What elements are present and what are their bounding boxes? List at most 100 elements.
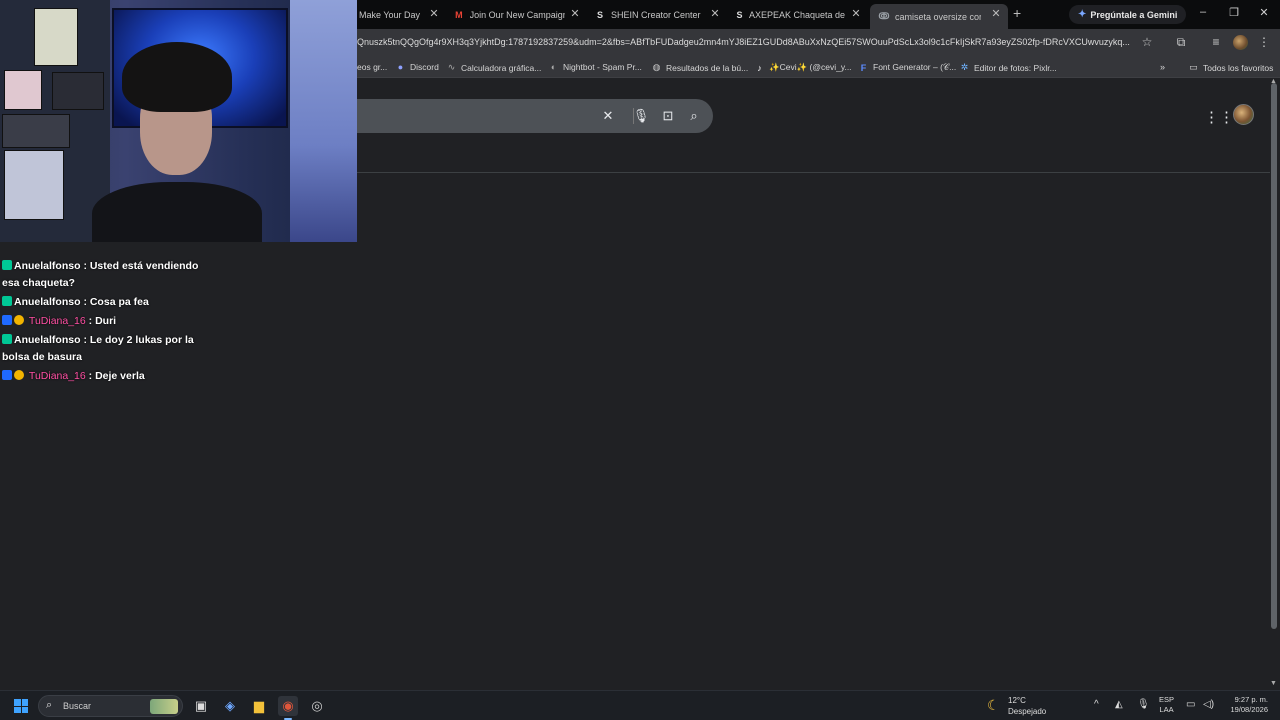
chat-message: Anuelalfonso : Le doy 2 lukas por la bol… <box>2 332 207 366</box>
language-indicator[interactable]: ESP LAA <box>1159 695 1174 715</box>
weather-condition: Despejado <box>1008 707 1047 716</box>
close-icon[interactable]: ✕ <box>568 7 582 21</box>
close-icon[interactable]: ✕ <box>989 7 1003 21</box>
tiktok-icon: ♪ <box>757 62 762 73</box>
search-icon[interactable]: ⌕ <box>685 108 703 124</box>
chat-username: Anuelalfonso <box>14 260 81 272</box>
app-icon[interactable]: ◈ <box>220 696 240 716</box>
lens-icon[interactable]: ⊡ <box>659 108 677 124</box>
restore-icon[interactable]: ❐ <box>1224 6 1244 19</box>
profile-avatar-icon[interactable] <box>1233 35 1248 50</box>
microphone-icon[interactable]: 🎙︎ <box>1137 699 1150 710</box>
task-view-icon[interactable]: ▣ <box>191 696 211 716</box>
gemini-label: Pregúntale a Gemini <box>1090 9 1178 20</box>
volume-icon[interactable]: ◁) <box>1203 699 1214 710</box>
tab-shein-creator[interactable]: S SHEIN Creator Center <box>594 4 704 25</box>
webcam-poster <box>2 114 70 148</box>
tab-join-campaign[interactable]: M Join Our New Campaign <box>453 4 565 25</box>
lang-line1: ESP <box>1159 695 1175 704</box>
menu-kebab-icon[interactable]: ⋮ <box>1256 35 1272 49</box>
font-icon: F <box>860 62 867 73</box>
bookmark-discord[interactable]: ● Discord <box>395 62 439 72</box>
clock-date: 19/08/2026 <box>1230 705 1268 714</box>
bookmark-star-icon[interactable]: ☆ <box>1139 35 1155 49</box>
close-icon[interactable]: ✕ <box>708 7 722 21</box>
bookmark-label: Calculadora gráfica... <box>461 62 542 73</box>
search-box[interactable]: ✕ 🎙︎ ⊡ ⌕ <box>357 99 713 133</box>
media-controls-icon[interactable]: ≡ <box>1208 35 1224 49</box>
chrome-icon[interactable]: ◉ <box>278 696 298 716</box>
chat-text: : Cosa pa fea <box>83 296 149 308</box>
vip-badge-icon <box>2 370 12 380</box>
moderator-badge-icon <box>2 334 12 344</box>
close-icon[interactable]: ✕ <box>849 7 863 21</box>
shein-icon: S <box>736 9 743 20</box>
google-icon: ↂ <box>878 11 890 21</box>
webcam-curtain <box>290 0 357 242</box>
all-bookmarks[interactable]: ▭ Todos los favoritos <box>1188 62 1273 73</box>
chat-message: TuDiana_16 : Deje verla <box>2 368 207 385</box>
bookmark-tiktok[interactable]: ♪ ✨Cevi✨ (@cevi_y... <box>754 62 852 73</box>
tab-title: SHEIN Creator Center <box>611 9 701 20</box>
moon-icon: ☾ <box>987 697 1000 713</box>
stream-chat: Anuelalfonso : Usted está vendiendo esa … <box>2 258 207 387</box>
bookmark-nightbot[interactable]: ◐ Nightbot - Spam Pr... <box>548 62 642 72</box>
webcam-poster <box>34 8 78 66</box>
clear-icon[interactable]: ✕ <box>599 108 617 124</box>
bookmark-item[interactable]: eos gr... <box>357 62 387 72</box>
webcam-streamer <box>92 42 262 242</box>
new-tab-button[interactable]: + <box>1013 5 1021 21</box>
obs-icon[interactable]: ◎ <box>307 696 327 716</box>
scrollbar-thumb[interactable] <box>1271 83 1277 629</box>
gemini-spark-icon: ✦ <box>1078 9 1087 20</box>
address-bar[interactable]: Qnuszk5tnQQgOfg4r9XH3q3YjkhtDg:178719283… <box>357 37 1135 47</box>
clock-time: 9:27 p. m. <box>1234 695 1268 704</box>
chevron-up-icon[interactable]: ^ <box>1094 699 1099 710</box>
bookmark-desmos[interactable]: ∿ Calculadora gráfica... <box>446 62 542 73</box>
minimize-icon[interactable]: – <box>1193 6 1213 18</box>
display-icon[interactable]: ▭ <box>1186 699 1195 710</box>
search-icon: ⌕ <box>46 699 53 711</box>
folder-icon: ▭ <box>1189 62 1198 72</box>
extensions-icon[interactable]: ⧉ <box>1173 35 1189 50</box>
tab-axepeak[interactable]: S AXEPEAK Chaqueta de hombre <box>735 4 845 25</box>
file-explorer-icon[interactable]: ▆ <box>249 696 269 716</box>
bookmark-resultados[interactable]: ◍ Resultados de la bú... <box>651 62 749 73</box>
tab-camiseta-search[interactable]: ↂ camiseta oversize corta - Buscar con G… <box>870 4 1008 29</box>
subscriber-badge-icon <box>14 315 24 325</box>
lang-line2: LAA <box>1159 705 1174 714</box>
tab-make-your-day[interactable]: Make Your Day <box>359 4 429 25</box>
account-avatar[interactable] <box>1233 104 1254 125</box>
taskbar-search[interactable]: ⌕ Buscar <box>38 695 183 717</box>
bookmark-pixlr[interactable]: ✲ Editor de fotos: Pixlr... <box>959 62 1057 73</box>
bookmark-label: eos gr... <box>357 62 388 72</box>
chat-message: TuDiana_16 : Duri <box>2 313 207 330</box>
bookmark-font-generator[interactable]: F Font Generator – (𝒞... <box>858 62 956 73</box>
discord-icon: ● <box>397 62 404 72</box>
chevron-double-right-icon: » <box>1159 62 1165 72</box>
chat-username: Anuelalfonso <box>14 334 81 346</box>
tab-title: camiseta oversize corta - Buscar con Goo… <box>895 11 981 22</box>
scroll-down-icon[interactable]: ▼ <box>1270 680 1277 687</box>
chat-username: Anuelalfonso <box>14 296 81 308</box>
chat-message: Anuelalfonso : Usted está vendiendo esa … <box>2 258 207 292</box>
bookmark-label: ✨Cevi✨ (@cevi_y... <box>769 62 852 72</box>
gemini-button[interactable]: ✦ Pregúntale a Gemini <box>1069 5 1187 24</box>
vip-badge-icon <box>2 315 12 325</box>
header-divider <box>357 172 1270 173</box>
microphone-icon[interactable]: 🎙︎ <box>632 108 650 124</box>
tab-title: Make Your Day <box>359 9 421 20</box>
bookmark-label: Resultados de la bú... <box>666 62 749 73</box>
windows-start-icon[interactable] <box>14 699 28 713</box>
chat-text: : Duri <box>88 315 117 327</box>
desmos-icon: ∿ <box>447 62 456 72</box>
windows-taskbar: ⌕ Buscar ▣ ◈ ▆ ◉ ◎ ☾ 12°C Despejado ^ ◭ … <box>0 690 1280 720</box>
pixlr-icon: ✲ <box>960 62 969 72</box>
bookmarks-overflow[interactable]: » <box>1157 62 1172 72</box>
close-window-icon[interactable]: ✕ <box>1254 6 1274 19</box>
close-icon[interactable]: ✕ <box>427 7 441 21</box>
nightbot-icon: ◐ <box>550 62 557 72</box>
all-bookmarks-label: Todos los favoritos <box>1203 62 1274 73</box>
network-icon[interactable]: ◭ <box>1115 699 1123 710</box>
clock[interactable]: 9:27 p. m. 19/08/2026 <box>1224 695 1268 715</box>
